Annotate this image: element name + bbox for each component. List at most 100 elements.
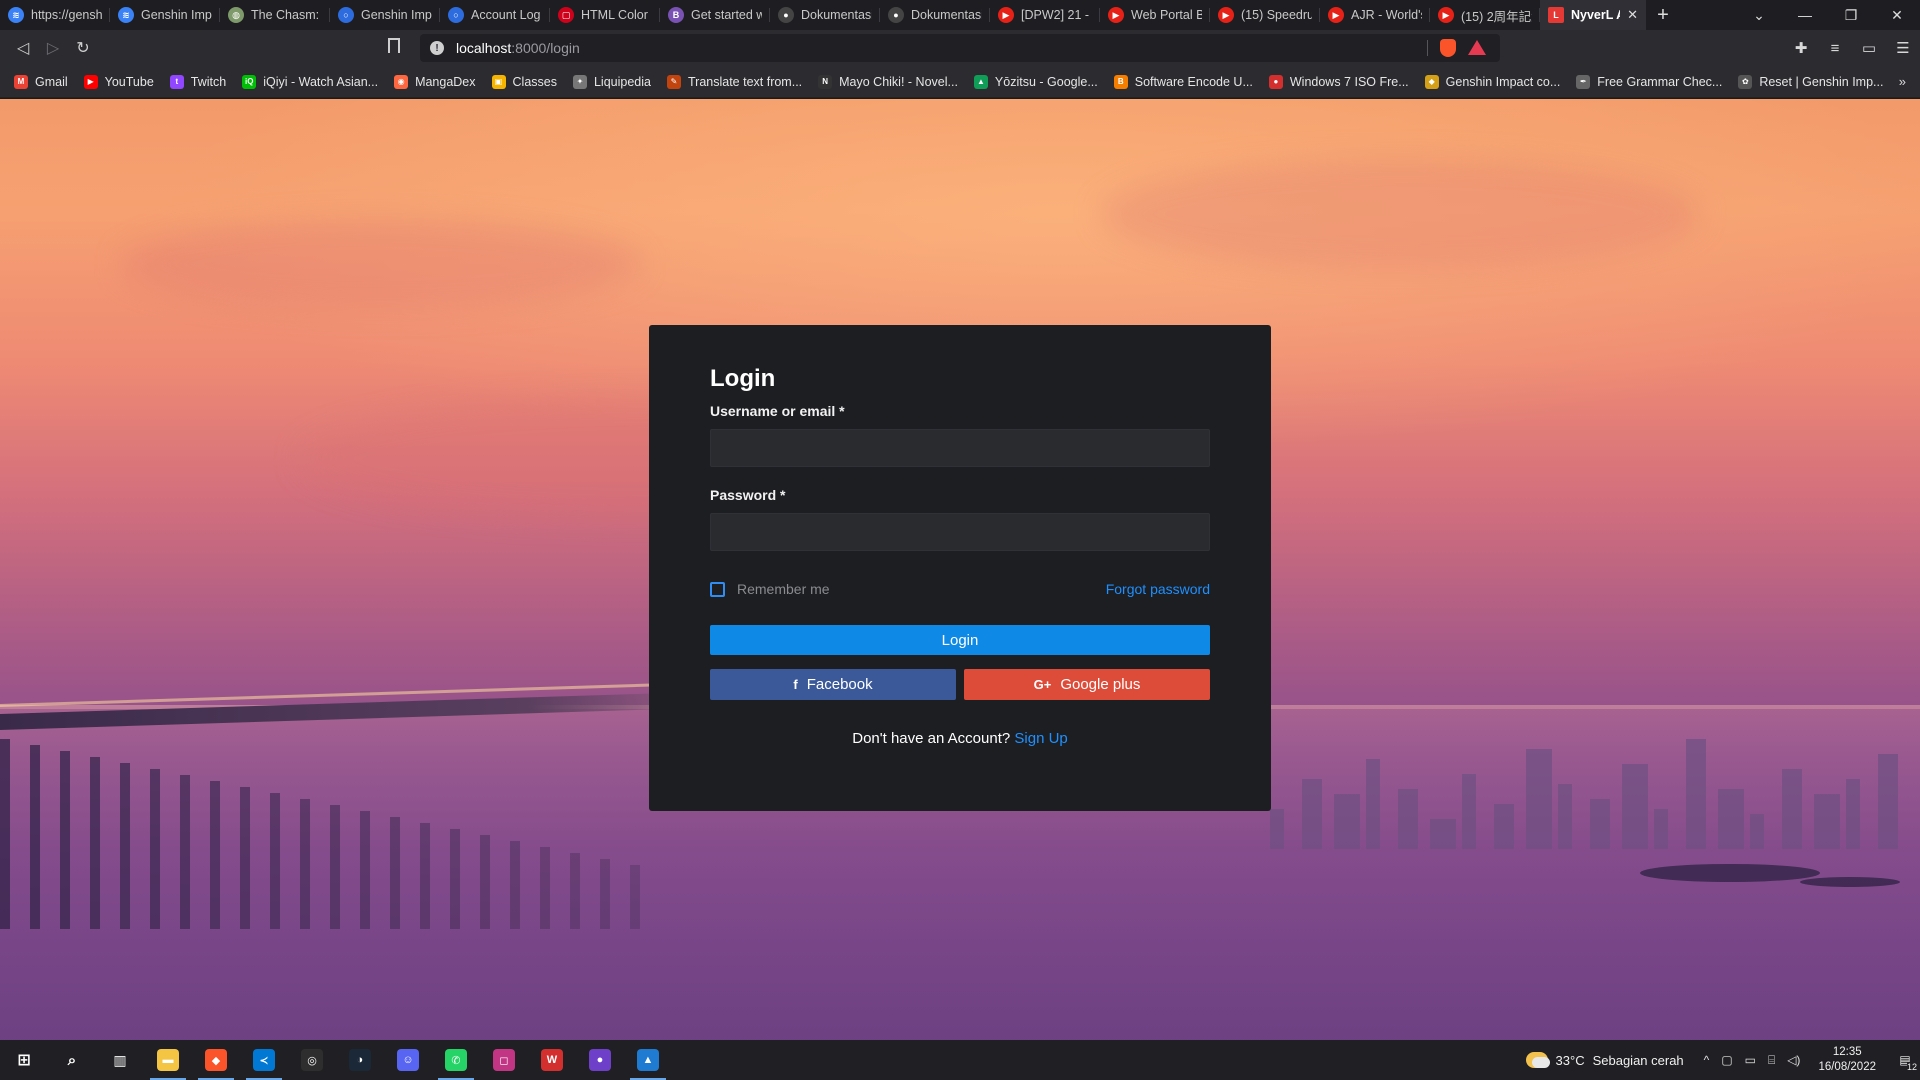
taskbar-app[interactable]: ✆ bbox=[432, 1040, 480, 1080]
browser-tab[interactable]: ▶ AJR - World's bbox=[1320, 0, 1430, 30]
youtube-icon: ▶ bbox=[83, 74, 98, 89]
browser-tab[interactable]: ▶ (15) Speedrun bbox=[1210, 0, 1320, 30]
bookmark-item[interactable]: iQ iQiyi - Watch Asian... bbox=[242, 74, 378, 89]
facebook-login-button[interactable]: f Facebook bbox=[710, 669, 956, 700]
browser-tab[interactable]: ≋ https://gensh bbox=[0, 0, 110, 30]
taskbar-app[interactable]: ▬ bbox=[144, 1040, 192, 1080]
notification-center-button[interactable]: ▤ 12 bbox=[1890, 1040, 1920, 1080]
new-tab-button[interactable]: + bbox=[1646, 0, 1680, 30]
tab-search-icon[interactable]: ⌄ bbox=[1736, 0, 1782, 30]
browser-tab[interactable]: ○ Account Log bbox=[440, 0, 550, 30]
bookmark-item[interactable]: ● Windows 7 ISO Fre... bbox=[1268, 74, 1409, 89]
taskbar-app[interactable]: ≺ bbox=[240, 1040, 288, 1080]
extensions-icon[interactable]: ✚ bbox=[1784, 30, 1818, 66]
background-islet bbox=[1640, 864, 1820, 882]
google-login-button[interactable]: G+ Google plus bbox=[964, 669, 1210, 700]
meet-now-icon[interactable]: ▢ bbox=[1721, 1053, 1732, 1067]
browser-tab[interactable]: ▶ Web Portal Br bbox=[1100, 0, 1210, 30]
taskbar-app[interactable]: ▲ bbox=[624, 1040, 672, 1080]
more-bookmarks-icon[interactable]: » bbox=[1899, 74, 1906, 89]
bookmark-item[interactable]: ▲ Yōzitsu - Google... bbox=[973, 74, 1098, 89]
bookmark-item[interactable]: ✎ Translate text from... bbox=[666, 74, 802, 89]
weather-temp[interactable]: 33°C bbox=[1556, 1053, 1585, 1068]
skyline-building bbox=[1750, 814, 1764, 849]
back-button[interactable]: ◁ bbox=[8, 33, 38, 63]
browser-tab[interactable]: ▶ [DPW2] 21 - F bbox=[990, 0, 1100, 30]
minimize-button[interactable]: — bbox=[1782, 0, 1828, 30]
menu-icon[interactable]: ☰ bbox=[1886, 30, 1920, 66]
bookmark-item[interactable]: ✿ Reset | Genshin Imp... bbox=[1738, 74, 1883, 89]
taskbar-app[interactable]: ◆ bbox=[192, 1040, 240, 1080]
reload-button[interactable]: ↻ bbox=[68, 33, 98, 63]
search-icon: ⌕ bbox=[67, 1051, 77, 1069]
brave-rewards-icon[interactable] bbox=[1468, 40, 1486, 55]
bookmark-item[interactable]: t Twitch bbox=[169, 74, 226, 89]
bridge-pillar bbox=[420, 823, 430, 929]
network-icon[interactable]: ⌸ bbox=[1768, 1053, 1775, 1068]
browser-tab[interactable]: B Get started w bbox=[660, 0, 770, 30]
reading-list-icon[interactable]: ≡ bbox=[1818, 30, 1852, 66]
youtube-icon: ▶ bbox=[1108, 7, 1124, 23]
clock[interactable]: 12:35 16/08/2022 bbox=[1818, 1045, 1876, 1075]
browser-tab[interactable]: ≋ Genshin Impa bbox=[110, 0, 220, 30]
weather-icon[interactable] bbox=[1525, 1052, 1550, 1068]
password-input[interactable] bbox=[710, 513, 1210, 551]
bookmark-item[interactable]: ▣ Classes bbox=[491, 74, 557, 89]
tab-title: (15) 2周年記念 bbox=[1461, 9, 1532, 24]
close-tab-icon[interactable]: ✕ bbox=[1627, 7, 1638, 23]
taskbar-app[interactable]: W bbox=[528, 1040, 576, 1080]
bookmark-item[interactable]: ✒ Free Grammar Chec... bbox=[1576, 74, 1722, 89]
bridge-pillar bbox=[480, 835, 490, 929]
site-info-icon[interactable]: ! bbox=[430, 41, 444, 55]
bookmark-item[interactable]: ✦ Liquipedia bbox=[572, 74, 651, 89]
wallet-icon[interactable]: ▭ bbox=[1852, 30, 1886, 66]
browser-tab-active[interactable]: L NyverL A ✕ bbox=[1540, 0, 1646, 30]
clock-date: 16/08/2022 bbox=[1818, 1061, 1876, 1073]
bookmark-item[interactable]: ◉ MangaDex bbox=[394, 74, 476, 89]
taskbar-app[interactable]: ◎ bbox=[288, 1040, 336, 1080]
browser-tab[interactable]: ○ Genshin Impa bbox=[330, 0, 440, 30]
address-bar[interactable]: ! localhost:8000/login bbox=[420, 34, 1500, 62]
bookmark-item[interactable]: B Software Encode U... bbox=[1113, 74, 1253, 89]
task-view-button[interactable]: ▥ bbox=[96, 1040, 144, 1080]
start-button[interactable]: ⊞ bbox=[0, 1040, 48, 1080]
battery-icon[interactable]: ▭ bbox=[1745, 1053, 1756, 1067]
brave-shields-icon[interactable] bbox=[1440, 39, 1456, 57]
browser-tab[interactable]: ● Dokumentasi bbox=[880, 0, 990, 30]
tab-list: ≋ https://gensh ≋ Genshin Impa ◍ The Chasm: U… bbox=[0, 0, 1646, 30]
weather-desc[interactable]: Sebagian cerah bbox=[1593, 1053, 1684, 1068]
remember-me[interactable]: Remember me bbox=[710, 581, 830, 597]
bookmark-page-icon[interactable] bbox=[388, 38, 400, 53]
login-button[interactable]: Login bbox=[710, 625, 1210, 655]
remember-me-checkbox[interactable] bbox=[710, 581, 725, 597]
sign-up-link[interactable]: Sign Up bbox=[1014, 730, 1067, 747]
bookmark-item[interactable]: M Gmail bbox=[14, 74, 68, 89]
skyline-building bbox=[1270, 809, 1284, 849]
browser-tab[interactable]: ● Dokumentasi bbox=[770, 0, 880, 30]
bookmark-item[interactable]: ▶ YouTube bbox=[83, 74, 154, 89]
taskbar-app[interactable]: ☺ bbox=[384, 1040, 432, 1080]
skyline-building bbox=[1494, 804, 1514, 849]
restore-button[interactable]: ❐ bbox=[1828, 0, 1874, 30]
volume-icon[interactable]: ◁) bbox=[1787, 1053, 1800, 1067]
taskbar-app[interactable]: ◑ bbox=[336, 1040, 384, 1080]
forward-button[interactable]: ▷ bbox=[38, 33, 68, 63]
windows-start-icon: ⊞ bbox=[17, 1052, 31, 1069]
search-button[interactable]: ⌕ bbox=[48, 1040, 96, 1080]
url-text[interactable]: localhost:8000/login bbox=[456, 40, 580, 56]
bookmark-item[interactable]: N Mayo Chiki! - Novel... bbox=[818, 74, 958, 89]
tray-overflow-icon[interactable]: ^ bbox=[1704, 1053, 1710, 1067]
close-window-button[interactable]: ✕ bbox=[1874, 0, 1920, 30]
browser-tab[interactable]: ▶ (15) 2周年記念 bbox=[1430, 0, 1540, 30]
browser-tab[interactable]: ▢ HTML Color C bbox=[550, 0, 660, 30]
obs-icon: ◎ bbox=[301, 1049, 323, 1071]
bridge-pillar bbox=[270, 793, 280, 929]
bookmark-item[interactable]: ◆ Genshin Impact co... bbox=[1424, 74, 1560, 89]
forgot-password-link[interactable]: Forgot password bbox=[1106, 581, 1210, 597]
taskbar-app[interactable]: ● bbox=[576, 1040, 624, 1080]
taskbar-app[interactable]: ◻ bbox=[480, 1040, 528, 1080]
bookmark-label: Windows 7 ISO Fre... bbox=[1289, 74, 1409, 89]
browser-tab[interactable]: ◍ The Chasm: U bbox=[220, 0, 330, 30]
skyline-building bbox=[1622, 764, 1648, 849]
username-input[interactable] bbox=[710, 429, 1210, 467]
